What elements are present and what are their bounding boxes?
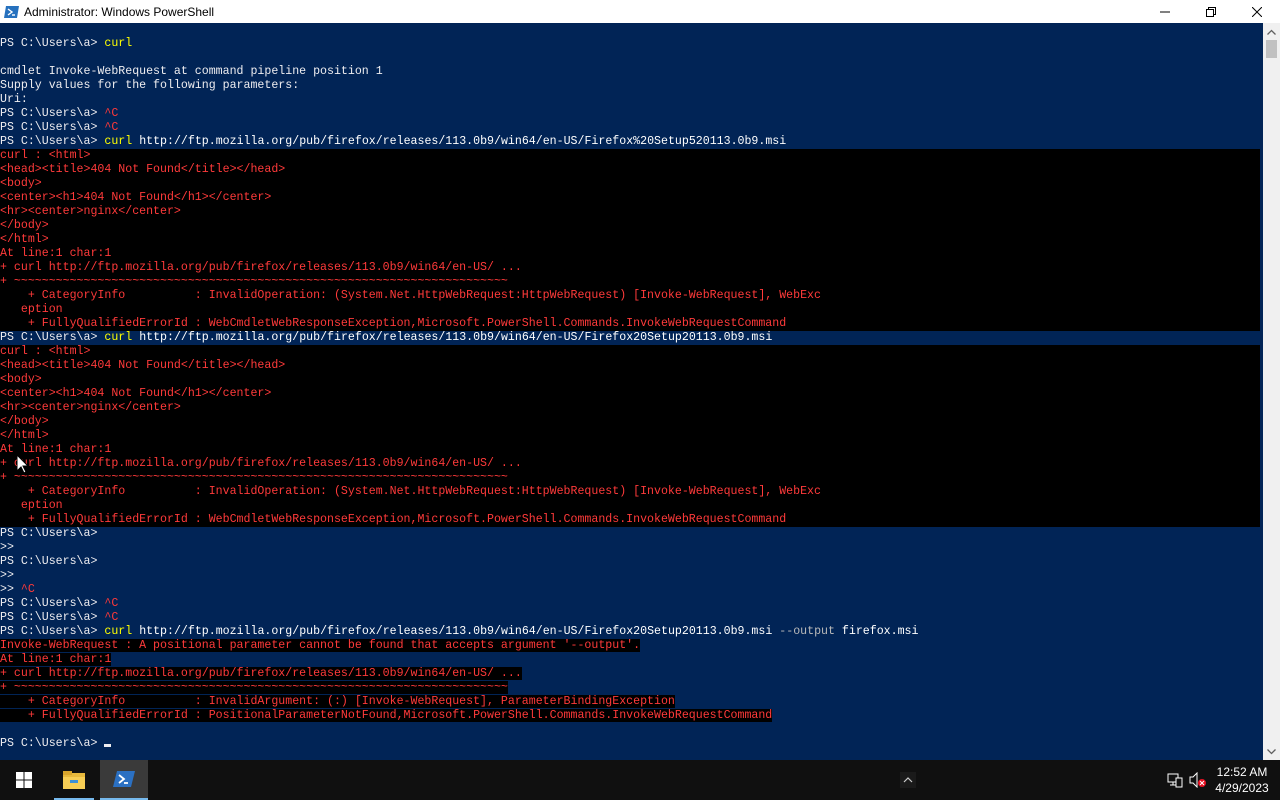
start-button[interactable] (0, 760, 48, 800)
error-line: <hr><center>nginx</center> (0, 401, 181, 414)
error-line: <head><title>404 Not Found</title></head… (0, 163, 286, 176)
chevron-up-icon (1267, 29, 1276, 35)
console-line: Uri: (0, 93, 28, 106)
close-button[interactable] (1234, 0, 1280, 23)
close-icon (1252, 6, 1262, 17)
minimize-icon (1160, 11, 1170, 12)
console-line: >> ^C (0, 583, 35, 596)
error-line: + CategoryInfo : InvalidArgument: (:) [I… (0, 695, 675, 708)
console-line: PS C:\Users\a> curl http://ftp.mozilla.o… (0, 135, 787, 148)
error-line: </html> (0, 233, 49, 246)
error-line: <body> (0, 177, 42, 190)
console-line: PS C:\Users\a> ^C (0, 121, 119, 134)
error-line: + ~~~~~~~~~~~~~~~~~~~~~~~~~~~~~~~~~~~~~~… (0, 275, 508, 288)
error-line: At line:1 char:1 (0, 247, 112, 260)
console-line: PS C:\Users\a> ^C (0, 611, 119, 624)
error-line: + CategoryInfo : InvalidOperation: (Syst… (0, 289, 821, 302)
error-line: eption (0, 303, 63, 316)
powershell-icon (4, 5, 19, 18)
system-clock[interactable]: 12:52 AM 4/29/2023 (1210, 760, 1274, 800)
console-output[interactable]: PS C:\Users\a> curl cmdlet Invoke-WebReq… (0, 23, 1263, 760)
console-line: PS C:\Users\a> (0, 555, 98, 568)
folder-icon (63, 771, 85, 789)
chevron-down-icon (1267, 748, 1276, 754)
error-line: + ~~~~~~~~~~~~~~~~~~~~~~~~~~~~~~~~~~~~~~… (0, 471, 508, 484)
console-line: PS C:\Users\a> ^C (0, 597, 119, 610)
error-line: <body> (0, 373, 42, 386)
error-line: + curl http://ftp.mozilla.org/pub/firefo… (0, 667, 522, 680)
error-line: curl : <html> (0, 149, 91, 162)
window-title: Administrator: Windows PowerShell (24, 4, 215, 19)
restore-button[interactable] (1188, 0, 1234, 23)
error-line: At line:1 char:1 (0, 653, 112, 666)
console-line: Supply values for the following paramete… (0, 79, 300, 92)
scroll-thumb[interactable] (1266, 40, 1277, 58)
scroll-down-button[interactable] (1263, 743, 1280, 760)
console-line: >> (0, 541, 14, 554)
minimize-button[interactable] (1142, 0, 1188, 23)
error-line: + FullyQualifiedErrorId : WebCmdletWebRe… (0, 513, 787, 526)
taskbar: 12:52 AM 4/29/2023 (0, 760, 1280, 800)
error-line: </body> (0, 219, 49, 232)
error-line: <head><title>404 Not Found</title></head… (0, 359, 286, 372)
taskbar-file-explorer[interactable] (50, 760, 98, 800)
error-line: + curl http://ftp.mozilla.org/pub/firefo… (0, 457, 522, 470)
error-line: <center><h1>404 Not Found</h1></center> (0, 191, 272, 204)
error-line: + curl http://ftp.mozilla.org/pub/firefo… (0, 261, 522, 274)
error-line: Invoke-WebRequest : A positional paramet… (0, 639, 641, 652)
vertical-scrollbar[interactable] (1263, 23, 1280, 760)
console-prompt-line[interactable]: PS C:\Users\a> (0, 737, 112, 751)
error-line: </body> (0, 415, 49, 428)
network-icon (1167, 773, 1183, 788)
error-line: + FullyQualifiedErrorId : PositionalPara… (0, 709, 773, 722)
error-line: <hr><center>nginx</center> (0, 205, 181, 218)
clock-date: 4/29/2023 (1215, 781, 1269, 795)
powershell-icon (113, 771, 135, 787)
error-line: </html> (0, 429, 49, 442)
mouse-pointer-icon (17, 455, 29, 474)
console-line: PS C:\Users\a> (0, 527, 98, 540)
title-bar: Administrator: Windows PowerShell (0, 0, 1280, 23)
console-line: PS C:\Users\a> curl http://ftp.mozilla.o… (0, 625, 919, 638)
error-line: <center><h1>404 Not Found</h1></center> (0, 387, 272, 400)
network-tray-button[interactable] (1167, 772, 1183, 788)
show-hidden-icons-button[interactable] (900, 772, 916, 788)
error-line: curl : <html> (0, 345, 91, 358)
error-line: + CategoryInfo : InvalidOperation: (Syst… (0, 485, 821, 498)
volume-muted-icon (1189, 772, 1206, 788)
scroll-up-button[interactable] (1263, 23, 1280, 40)
error-line: eption (0, 499, 63, 512)
clock-time: 12:52 AM (1216, 765, 1268, 779)
console-line: PS C:\Users\a> ^C (0, 107, 119, 120)
console-line: PS C:\Users\a> curl http://ftp.mozilla.o… (0, 331, 773, 344)
windows-start-icon (16, 772, 32, 788)
error-line: + ~~~~~~~~~~~~~~~~~~~~~~~~~~~~~~~~~~~~~~… (0, 681, 508, 694)
console-line: PS C:\Users\a> curl (0, 37, 133, 50)
volume-tray-button[interactable] (1189, 772, 1207, 788)
taskbar-powershell[interactable] (100, 760, 148, 800)
error-line: + FullyQualifiedErrorId : WebCmdletWebRe… (0, 317, 787, 330)
text-cursor (104, 744, 112, 747)
chevron-up-icon (900, 772, 916, 788)
console-line: cmdlet Invoke-WebRequest at command pipe… (0, 65, 383, 78)
console-line: >> (0, 569, 14, 582)
restore-icon (1206, 6, 1216, 17)
